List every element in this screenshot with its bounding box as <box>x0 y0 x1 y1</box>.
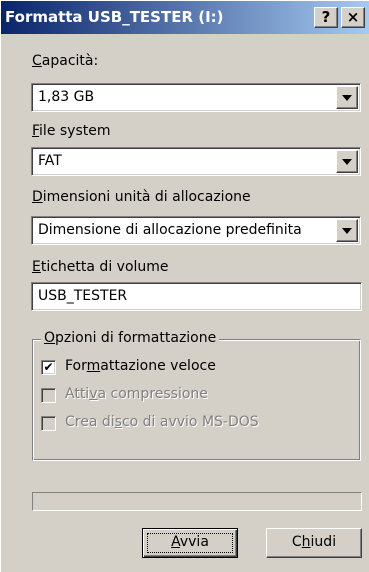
filesystem-value: FAT <box>38 153 62 169</box>
quick-format-checkbox[interactable]: ✔ <box>41 360 56 375</box>
capacity-select[interactable]: 1,83 GB <box>31 83 361 112</box>
allocation-label: Dimensioni unità di allocazione <box>32 189 251 205</box>
title-bar[interactable]: Formatta USB_TESTER (I:) ? × <box>1 1 369 34</box>
quick-format-label: Formattazione veloce <box>65 358 216 374</box>
compression-checkbox <box>41 388 56 403</box>
format-dialog: Formatta USB_TESTER (I:) ? × Capacità: 1… <box>0 0 369 572</box>
capacity-dropdown-button[interactable] <box>336 86 358 109</box>
boot-disk-checkbox <box>41 416 56 431</box>
allocation-value: Dimensione di allocazione predefinita <box>38 222 302 238</box>
start-button[interactable]: Avvia <box>142 528 238 558</box>
filesystem-label: File system <box>32 123 111 139</box>
help-button[interactable]: ? <box>314 7 338 28</box>
allocation-dropdown-button[interactable] <box>336 219 358 242</box>
chevron-down-icon <box>342 95 352 101</box>
format-progress-bar <box>32 492 362 511</box>
allocation-select[interactable]: Dimensione di allocazione predefinita <box>31 216 361 245</box>
compression-label: Attiva compressione <box>65 386 208 402</box>
window-title: Formatta USB_TESTER (I:) <box>5 8 224 26</box>
capacity-label: Capacità: <box>32 53 99 69</box>
close-window-button[interactable]: × <box>341 7 365 28</box>
boot-disk-label: Crea disco di avvio MS-DOS <box>65 414 259 430</box>
chevron-down-icon <box>342 159 352 165</box>
format-options-legend: Opzioni di formattazione <box>41 330 220 346</box>
volume-label: Etichetta di volume <box>32 259 169 275</box>
capacity-value: 1,83 GB <box>38 89 95 105</box>
close-button[interactable]: Chiudi <box>266 528 362 558</box>
filesystem-dropdown-button[interactable] <box>336 150 358 173</box>
chevron-down-icon <box>342 228 352 234</box>
volume-label-value: USB_TESTER <box>38 288 128 304</box>
filesystem-select[interactable]: FAT <box>31 147 361 176</box>
volume-label-input[interactable]: USB_TESTER <box>31 282 362 311</box>
